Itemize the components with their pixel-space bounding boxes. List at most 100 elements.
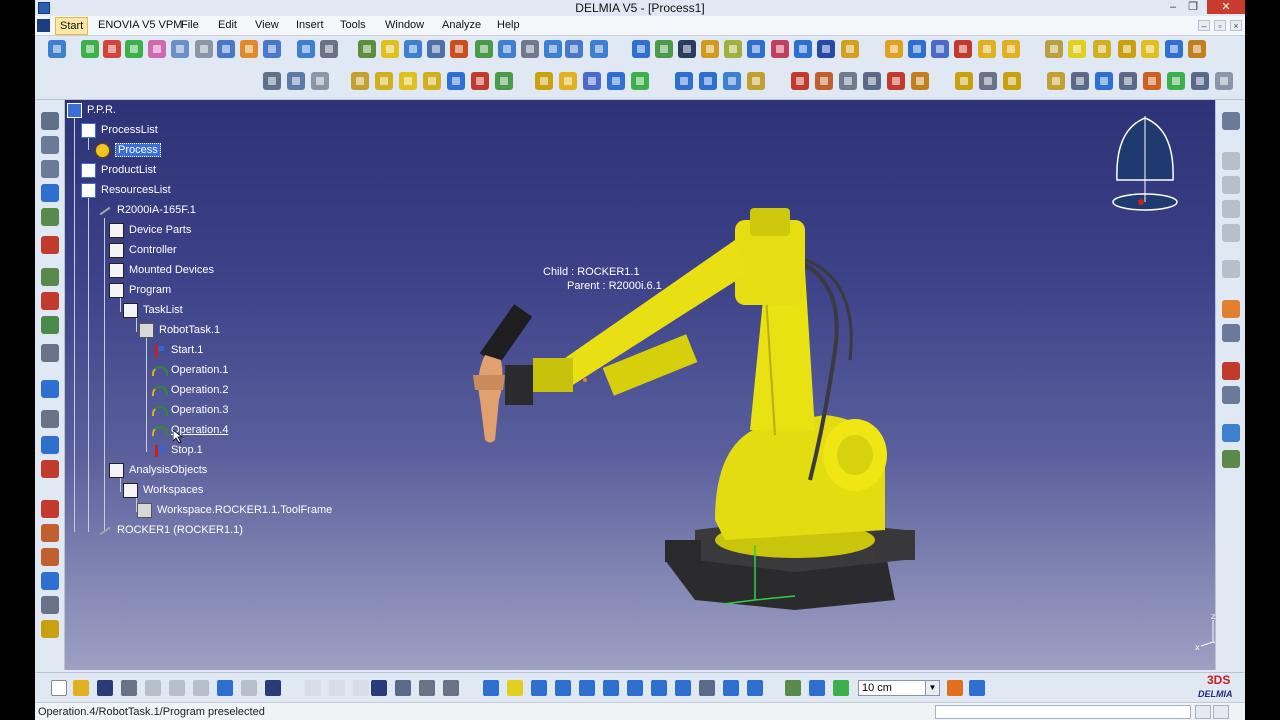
layout-icon[interactable] [297,40,315,58]
sketch-icon[interactable] [41,184,59,202]
capture-icon[interactable] [969,680,985,696]
gear-icon[interactable] [841,40,859,58]
catalog-side-icon[interactable] [41,208,59,226]
manipulate-icon[interactable] [41,136,59,154]
clash-icon[interactable] [771,40,789,58]
document-icon[interactable] [37,19,50,32]
record-icon[interactable] [1222,386,1240,404]
color-icon[interactable] [41,460,59,478]
tool-icon[interactable] [195,40,213,58]
pan-icon[interactable] [531,680,547,696]
jog-icon[interactable] [381,40,399,58]
program-icon[interactable] [544,40,562,58]
multi-view-icon[interactable] [651,680,667,696]
3d-viewport[interactable]: P.P.R. ProcessList Process ProductList R… [65,100,1215,670]
record-video-icon[interactable] [947,680,963,696]
sparkle-icon[interactable] [1141,40,1159,58]
line-icon[interactable] [41,436,59,454]
view-front-icon[interactable] [1222,152,1240,170]
status-button-2[interactable] [1213,705,1229,719]
formula-icon[interactable] [305,680,321,696]
swap-icon[interactable] [747,680,763,696]
paste-icon[interactable] [193,680,209,696]
robot-task-icon[interactable] [450,40,468,58]
document-side-icon[interactable] [41,596,59,614]
cycle-icon[interactable] [1118,40,1136,58]
motion-icon[interactable] [475,40,493,58]
layout-3d-icon[interactable] [1143,72,1161,90]
knowledge-icon[interactable] [443,680,459,696]
signal-icon[interactable] [791,72,809,90]
curve-icon[interactable] [1045,40,1063,58]
pointer-icon[interactable] [41,112,59,130]
redo-icon[interactable] [241,680,257,696]
mdi-close-button[interactable]: × [1230,20,1242,31]
tag-icon[interactable] [404,40,422,58]
simulate-icon[interactable] [498,40,516,58]
sim-icon[interactable] [1222,362,1240,380]
activity-icon[interactable] [103,40,121,58]
tree-icon[interactable] [395,680,411,696]
more-icon[interactable] [1215,72,1233,90]
device-icon[interactable] [632,40,650,58]
snap-icon[interactable] [399,72,417,90]
dress-up-icon[interactable] [41,268,59,286]
arc-icon[interactable] [978,40,996,58]
select-icon[interactable] [1222,300,1240,318]
fit-icon[interactable] [1222,112,1240,130]
copy-icon[interactable] [263,40,281,58]
weld-icon[interactable] [724,40,742,58]
home-icon[interactable] [723,72,741,90]
cut-icon[interactable] [41,500,59,518]
rotate-view-icon[interactable] [555,680,571,696]
menu-tools[interactable]: Tools [340,19,366,31]
menu-analyze[interactable]: Analyze [442,19,481,31]
translate-icon[interactable] [351,72,369,90]
bolt-icon[interactable] [41,292,59,310]
zoom-out-icon[interactable] [603,680,619,696]
3d-compass[interactable] [1105,110,1185,220]
image-icon[interactable] [1222,450,1240,468]
trace-icon[interactable] [1002,40,1020,58]
pen-icon[interactable] [1165,40,1183,58]
fit-all-icon[interactable] [507,680,523,696]
teach-icon[interactable] [358,40,376,58]
download-icon[interactable] [1095,72,1113,90]
view-render-icon[interactable] [1222,260,1240,278]
product-icon[interactable] [125,40,143,58]
tcp-icon[interactable] [559,72,577,90]
macro-icon[interactable] [887,72,905,90]
insert-icon[interactable] [240,40,258,58]
compass-icon[interactable] [263,72,281,90]
jump-icon[interactable] [699,72,717,90]
measure-icon[interactable] [41,620,59,638]
install-icon[interactable] [1119,72,1137,90]
hide-show-icon[interactable] [723,680,739,696]
hyperlink-icon[interactable] [353,680,369,696]
export-icon[interactable] [1003,72,1021,90]
print-icon[interactable] [121,680,137,696]
upload-icon[interactable] [1071,72,1089,90]
comment-icon[interactable] [329,680,345,696]
link-icon[interactable] [171,40,189,58]
list-icon[interactable] [41,572,59,590]
wait-icon[interactable] [863,72,881,90]
zoom-in-icon[interactable] [579,680,595,696]
undo-icon[interactable] [217,680,233,696]
refresh-icon[interactable] [631,72,649,90]
mount-icon[interactable] [655,40,673,58]
hierarchy-icon[interactable] [217,40,235,58]
pick-icon[interactable] [747,72,765,90]
joint-icon[interactable] [41,316,59,334]
normal-view-icon[interactable] [627,680,643,696]
attach-icon[interactable] [471,72,489,90]
new-icon[interactable] [51,680,67,696]
view-iso-icon[interactable] [1222,224,1240,242]
shading-icon[interactable] [699,680,715,696]
save-icon[interactable] [97,680,113,696]
frame-icon[interactable] [747,40,765,58]
menu-view[interactable]: View [255,19,279,31]
folder-icon[interactable] [287,72,305,90]
table-icon[interactable] [371,680,387,696]
path-icon[interactable] [885,40,903,58]
